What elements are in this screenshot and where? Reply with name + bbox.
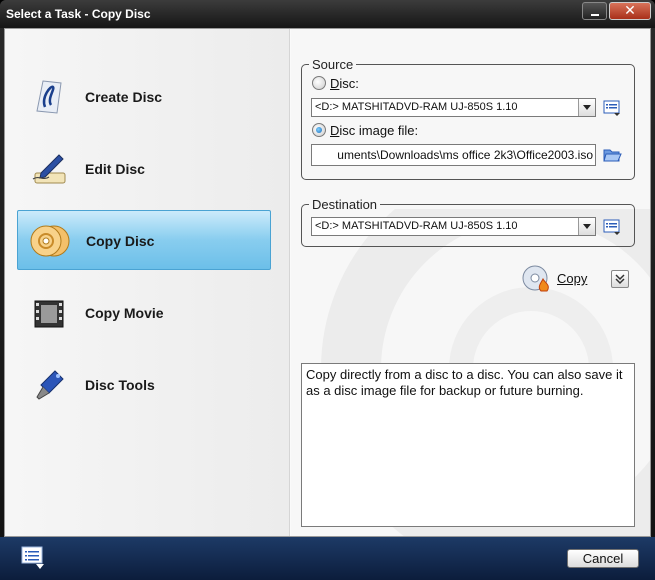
close-icon: ✕ bbox=[624, 3, 636, 19]
image-radio-label: Disc image file: bbox=[330, 123, 419, 138]
task-label: Copy Movie bbox=[85, 305, 164, 321]
window-title: Select a Task - Copy Disc bbox=[6, 7, 151, 21]
task-label: Disc Tools bbox=[85, 377, 155, 393]
copy-disc-window: Select a Task - Copy Disc ✕ Create Disc … bbox=[0, 0, 655, 580]
drive-properties-icon[interactable] bbox=[602, 98, 622, 118]
copy-label: Copy bbox=[557, 271, 588, 286]
copy-button[interactable]: Copy bbox=[521, 263, 593, 295]
disc-radio-label: Disc: bbox=[330, 76, 359, 91]
image-file-path-input[interactable]: uments\Downloads\ms office 2k3\Office200… bbox=[311, 144, 596, 166]
menu-list-icon[interactable] bbox=[20, 545, 46, 571]
task-edit-disc[interactable]: Edit Disc bbox=[17, 139, 271, 199]
task-copy-movie[interactable]: Copy Movie bbox=[17, 283, 271, 343]
task-label: Create Disc bbox=[85, 89, 163, 105]
task-label: Copy Disc bbox=[86, 233, 155, 249]
dialog-body: Create Disc Edit Disc Copy Disc Copy Mov… bbox=[4, 28, 651, 537]
cancel-button[interactable]: Cancel bbox=[567, 549, 639, 568]
source-legend: Source bbox=[309, 57, 357, 72]
source-group: Source Disc: <D:> MATSHITADVD-RAM UJ-850… bbox=[301, 57, 635, 180]
destination-drive-value: <D:> MATSHITADVD-RAM UJ-850S 1.10 bbox=[315, 220, 518, 232]
copy-disc-icon bbox=[30, 225, 70, 257]
destination-legend: Destination bbox=[309, 197, 381, 212]
chevron-down-icon[interactable] bbox=[578, 218, 595, 235]
task-label: Edit Disc bbox=[85, 161, 145, 177]
create-disc-icon bbox=[36, 80, 62, 114]
source-drive-value: <D:> MATSHITADVD-RAM UJ-850S 1.10 bbox=[315, 101, 518, 113]
disc-tools-icon bbox=[36, 370, 64, 400]
destination-group: Destination <D:> MATSHITADVD-RAM UJ-850S… bbox=[301, 197, 635, 247]
footer-bar: Cancel bbox=[0, 537, 655, 580]
task-copy-disc[interactable]: Copy Disc bbox=[17, 210, 271, 270]
close-button[interactable]: ✕ bbox=[609, 2, 651, 20]
disc-radio-option[interactable]: Disc: bbox=[312, 75, 432, 93]
task-create-disc[interactable]: Create Disc bbox=[17, 67, 271, 127]
task-description: Copy directly from a disc to a disc. You… bbox=[301, 363, 635, 527]
minimize-button[interactable] bbox=[582, 2, 607, 20]
title-bar[interactable]: Select a Task - Copy Disc ✕ bbox=[0, 0, 655, 28]
task-list: Create Disc Edit Disc Copy Disc Copy Mov… bbox=[5, 29, 290, 536]
task-disc-tools[interactable]: Disc Tools bbox=[17, 355, 271, 415]
drive-properties-icon[interactable] bbox=[602, 217, 622, 237]
source-drive-select[interactable]: <D:> MATSHITADVD-RAM UJ-850S 1.10 bbox=[311, 98, 596, 117]
copy-disc-burn-icon bbox=[522, 265, 549, 292]
expand-options-button[interactable] bbox=[611, 270, 629, 288]
task-options-panel: Source Disc: <D:> MATSHITADVD-RAM UJ-850… bbox=[291, 29, 650, 536]
destination-drive-select[interactable]: <D:> MATSHITADVD-RAM UJ-850S 1.10 bbox=[311, 217, 596, 236]
double-chevron-down-icon bbox=[615, 274, 625, 285]
copy-movie-icon bbox=[34, 300, 64, 328]
disc-radio[interactable] bbox=[312, 76, 326, 90]
image-radio-option[interactable]: Disc image file: bbox=[312, 122, 472, 140]
edit-disc-icon bbox=[32, 154, 66, 184]
image-file-path-value: uments\Downloads\ms office 2k3\Office200… bbox=[337, 148, 593, 162]
image-file-radio[interactable] bbox=[312, 123, 326, 137]
folder-open-icon[interactable] bbox=[602, 145, 622, 165]
chevron-down-icon[interactable] bbox=[578, 99, 595, 116]
